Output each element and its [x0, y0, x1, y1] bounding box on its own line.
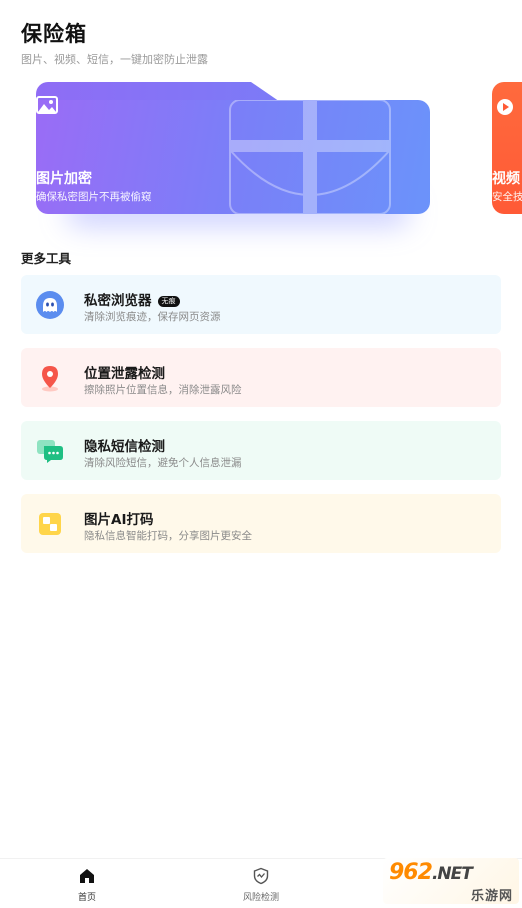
- incognito-badge: 无痕: [157, 296, 180, 307]
- tool-private-browser[interactable]: 私密浏览器 无痕 清除浏览痕迹，保存网页资源: [21, 275, 501, 334]
- tool-name-text: 私密浏览器: [84, 293, 152, 309]
- video-encrypt-card[interactable]: 视频 安全技: [492, 82, 522, 214]
- chat-bubble-icon: [37, 440, 63, 463]
- card-title: 视频: [492, 171, 520, 187]
- site-watermark: 962.NET 乐游网: [383, 858, 519, 904]
- card-title: 图片加密: [36, 171, 92, 187]
- card-subtitle: 确保私密图片不再被偷窥: [36, 191, 152, 203]
- shield-check-icon: [253, 867, 269, 885]
- tool-desc: 隐私信息智能打码，分享图片更安全: [84, 530, 252, 542]
- tool-name: 隐私短信检测: [84, 439, 165, 455]
- tool-location-leak-check[interactable]: 位置泄露检测 擦除照片位置信息，消除泄露风险: [21, 348, 501, 407]
- tool-name: 位置泄露检测: [84, 366, 165, 382]
- ghost-browser-icon: [36, 291, 64, 319]
- tool-desc: 擦除照片位置信息，消除泄露风险: [84, 384, 242, 396]
- home-icon: [80, 869, 94, 883]
- watermark-logo: 962.NET: [389, 860, 473, 885]
- tool-desc: 清除风险短信，避免个人信息泄漏: [84, 457, 242, 469]
- play-icon: [497, 99, 513, 115]
- watermark-number: 962: [389, 860, 433, 885]
- nav-home[interactable]: 首页: [47, 867, 127, 903]
- image-icon: [36, 96, 58, 114]
- location-pin-icon: [42, 366, 58, 392]
- card-subtitle: 安全技: [492, 191, 522, 203]
- page-title: 保险箱: [21, 22, 87, 46]
- folder-decoration: [229, 100, 391, 214]
- watermark-net: .NET: [431, 864, 473, 884]
- image-encrypt-card[interactable]: 图片加密 确保私密图片不再被偷窥: [36, 82, 430, 226]
- nav-risk-check[interactable]: 风险检测: [221, 867, 301, 903]
- tool-name: 私密浏览器 无痕: [84, 289, 180, 309]
- tool-name: 图片AI打码: [84, 512, 154, 528]
- tool-desc: 清除浏览痕迹，保存网页资源: [84, 311, 221, 323]
- vault-page: 保险箱 图片、视频、短信，一键加密防止泄露 图片加密 确保私密图片不再被偷窥 视…: [0, 0, 522, 908]
- nav-label: 首页: [77, 893, 96, 903]
- page-subtitle: 图片、视频、短信，一键加密防止泄露: [21, 53, 208, 66]
- section-title: 更多工具: [21, 251, 72, 266]
- watermark-text: 乐游网: [470, 889, 513, 904]
- tool-image-ai-mosaic[interactable]: 图片AI打码 隐私信息智能打码，分享图片更安全: [21, 494, 501, 553]
- tool-sms-privacy-check[interactable]: 隐私短信检测 清除风险短信，避免个人信息泄漏: [21, 421, 501, 480]
- mosaic-icon: [39, 513, 61, 535]
- nav-label: 风险检测: [242, 893, 279, 903]
